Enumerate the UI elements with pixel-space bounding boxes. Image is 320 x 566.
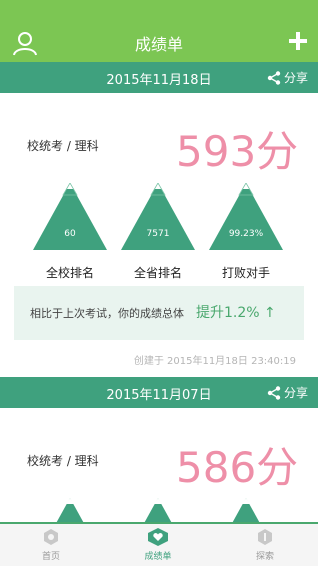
hexagon-icon: [44, 529, 58, 545]
province-rank-triangle: [121, 498, 195, 522]
add-icon[interactable]: [288, 31, 308, 51]
school-rank-triangle: [33, 498, 107, 522]
exam-type: 校统考 / 理科: [27, 454, 99, 468]
province-rank-triangle: 7571: [121, 183, 195, 251]
score-value: 593分: [176, 127, 299, 176]
comparison-result: 提升1.2% ↑: [196, 302, 276, 322]
tab-label: 首页: [41, 552, 60, 562]
beat-rivals-triangle: [209, 498, 283, 522]
arrow-up-icon: ↑: [264, 305, 276, 321]
share-button[interactable]: 分享: [267, 69, 308, 86]
bottom-tab-bar: 首页 成绩单 探索: [0, 522, 318, 566]
created-timestamp: 创建于 2015年11月18日 23:40:19: [133, 356, 296, 367]
exam-type: 校统考 / 理科: [27, 139, 99, 153]
comparison-box: 相比于上次考试，你的成绩总体 提升1.2% ↑: [14, 286, 304, 340]
top-bar: 成绩单: [0, 0, 318, 62]
tab-home[interactable]: 首页: [21, 528, 81, 562]
school-rank-value: 60: [64, 229, 76, 239]
record-header: 2015年11月07日 分享: [0, 377, 318, 408]
tab-explore[interactable]: 探索: [235, 528, 295, 562]
score-value: 586分: [176, 443, 299, 492]
comparison-text: 相比于上次考试，你的成绩总体: [30, 307, 184, 320]
tab-report-card[interactable]: 成绩单: [128, 528, 188, 562]
beat-rivals-triangle: 99.23%: [209, 183, 283, 251]
share-label: 分享: [283, 386, 308, 400]
share-icon: [267, 385, 281, 400]
heart-icon: [148, 528, 168, 546]
share-icon: [267, 70, 281, 85]
comparison-value: 提升1.2%: [196, 305, 260, 321]
explore-icon: [258, 529, 272, 545]
school-rank-triangle: 60: [33, 183, 107, 251]
page-title: 成绩单: [134, 35, 183, 54]
school-rank-label: 全校排名: [45, 266, 94, 280]
share-label: 分享: [283, 71, 308, 85]
beat-rivals-value: 99.23%: [228, 229, 264, 239]
record-header: 2015年11月18日 分享: [0, 62, 318, 93]
province-rank-label: 全省排名: [133, 266, 182, 280]
beat-rivals-label: 打败对手: [221, 266, 270, 280]
tab-label: 探索: [255, 552, 274, 562]
share-button[interactable]: 分享: [267, 384, 308, 401]
province-rank-value: 7571: [146, 229, 170, 239]
tab-label: 成绩单: [144, 552, 172, 562]
